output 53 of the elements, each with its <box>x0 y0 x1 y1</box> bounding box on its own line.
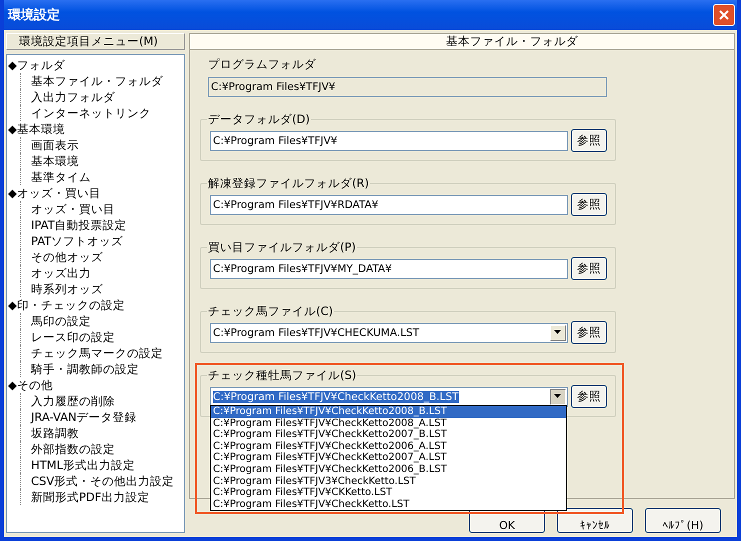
tree-item[interactable]: その他オッズ <box>7 249 184 265</box>
browse-button[interactable]: 参照 <box>571 129 607 152</box>
close-button[interactable] <box>713 4 735 26</box>
tree-item[interactable]: 入力履歴の削除 <box>7 393 184 409</box>
tree-item[interactable]: レース印の設定 <box>7 329 184 345</box>
folder-field: C:¥Program Files¥TFJV¥ <box>208 77 607 97</box>
tree-category[interactable]: ◆基本環境 <box>7 121 184 137</box>
page-header: 基本ファイル・フォルダ <box>190 34 734 50</box>
tree-item[interactable]: チェック馬マークの設定 <box>7 345 184 361</box>
folder-field[interactable]: C:¥Program Files¥TFJV¥RDATA¥ <box>210 194 568 214</box>
folder-field[interactable]: C:¥Program Files¥TFJV¥ <box>210 130 568 150</box>
tree-category[interactable]: ◆フォルダ <box>7 57 184 73</box>
tree-item[interactable]: 新聞形式PDF出力設定 <box>7 489 184 505</box>
group-label: 買い目ファイルフォルダ(P) <box>207 240 357 255</box>
tree-category[interactable]: ◆その他 <box>7 377 184 393</box>
tree-item[interactable]: 時系列オッズ <box>7 281 184 297</box>
menu-header: 環境設定項目メニュー(M) <box>6 33 185 50</box>
tree-item[interactable]: オッズ・買い目 <box>7 201 184 217</box>
tree-item[interactable]: 画面表示 <box>7 137 184 153</box>
dropdown-option[interactable]: C:¥Program Files¥TFJV¥CheckKetto2008_B.LST <box>211 406 566 418</box>
browse-button[interactable]: 参照 <box>571 321 607 344</box>
group-label: データフォルダ(D) <box>207 112 311 127</box>
field-label: プログラムフォルダ <box>208 57 317 72</box>
tree-item[interactable]: インターネットリンク <box>7 105 184 121</box>
tree-category[interactable]: ◆印・チェックの設定 <box>7 297 184 313</box>
tree-item[interactable]: IPAT自動投票設定 <box>7 217 184 233</box>
tree-item[interactable]: 基本環境 <box>7 153 184 169</box>
group-label: チェック馬ファイル(C) <box>207 304 334 319</box>
browse-button[interactable]: 参照 <box>571 193 607 216</box>
dropdown-icon[interactable] <box>550 388 566 404</box>
folder-field[interactable]: C:¥Program Files¥TFJV¥MY_DATA¥ <box>210 258 568 278</box>
tree-item[interactable]: オッズ出力 <box>7 265 184 281</box>
tree-item[interactable]: 馬印の設定 <box>7 313 184 329</box>
dialog-button[interactable]: ｷｬﾝｾﾙ <box>557 508 633 533</box>
tree-item[interactable]: 坂路調教 <box>7 425 184 441</box>
tree-item[interactable]: 入出力フォルダ <box>7 89 184 105</box>
tree-category[interactable]: ◆オッズ・買い目 <box>7 185 184 201</box>
tree-item[interactable]: PATソフトオッズ <box>7 233 184 249</box>
tree-item[interactable]: CSV形式・その他出力設定 <box>7 473 184 489</box>
browse-button[interactable]: 参照 <box>571 385 607 408</box>
group-label: チェック種牡馬ファイル(S) <box>207 368 358 383</box>
tree-item[interactable]: 騎手・調教師の設定 <box>7 361 184 377</box>
tree-item[interactable]: HTML形式出力設定 <box>7 457 184 473</box>
tree-item[interactable]: 外部指数の設定 <box>7 441 184 457</box>
file-combo[interactable]: C:¥Program Files¥TFJV¥CHECKUMA.LST <box>210 322 568 342</box>
tree-item[interactable]: JRA-VANデータ登録 <box>7 409 184 425</box>
group-label: 解凍登録ファイルフォルダ(R) <box>207 176 370 191</box>
tree-item[interactable]: 基準タイム <box>7 169 184 185</box>
dialog-button[interactable]: ﾍﾙﾌﾟ(H) <box>645 508 721 533</box>
close-icon <box>718 9 730 21</box>
window-title: 環境設定 <box>8 6 60 24</box>
browse-button[interactable]: 参照 <box>571 257 607 280</box>
tree-item[interactable]: 基本ファイル・フォルダ <box>7 73 184 89</box>
